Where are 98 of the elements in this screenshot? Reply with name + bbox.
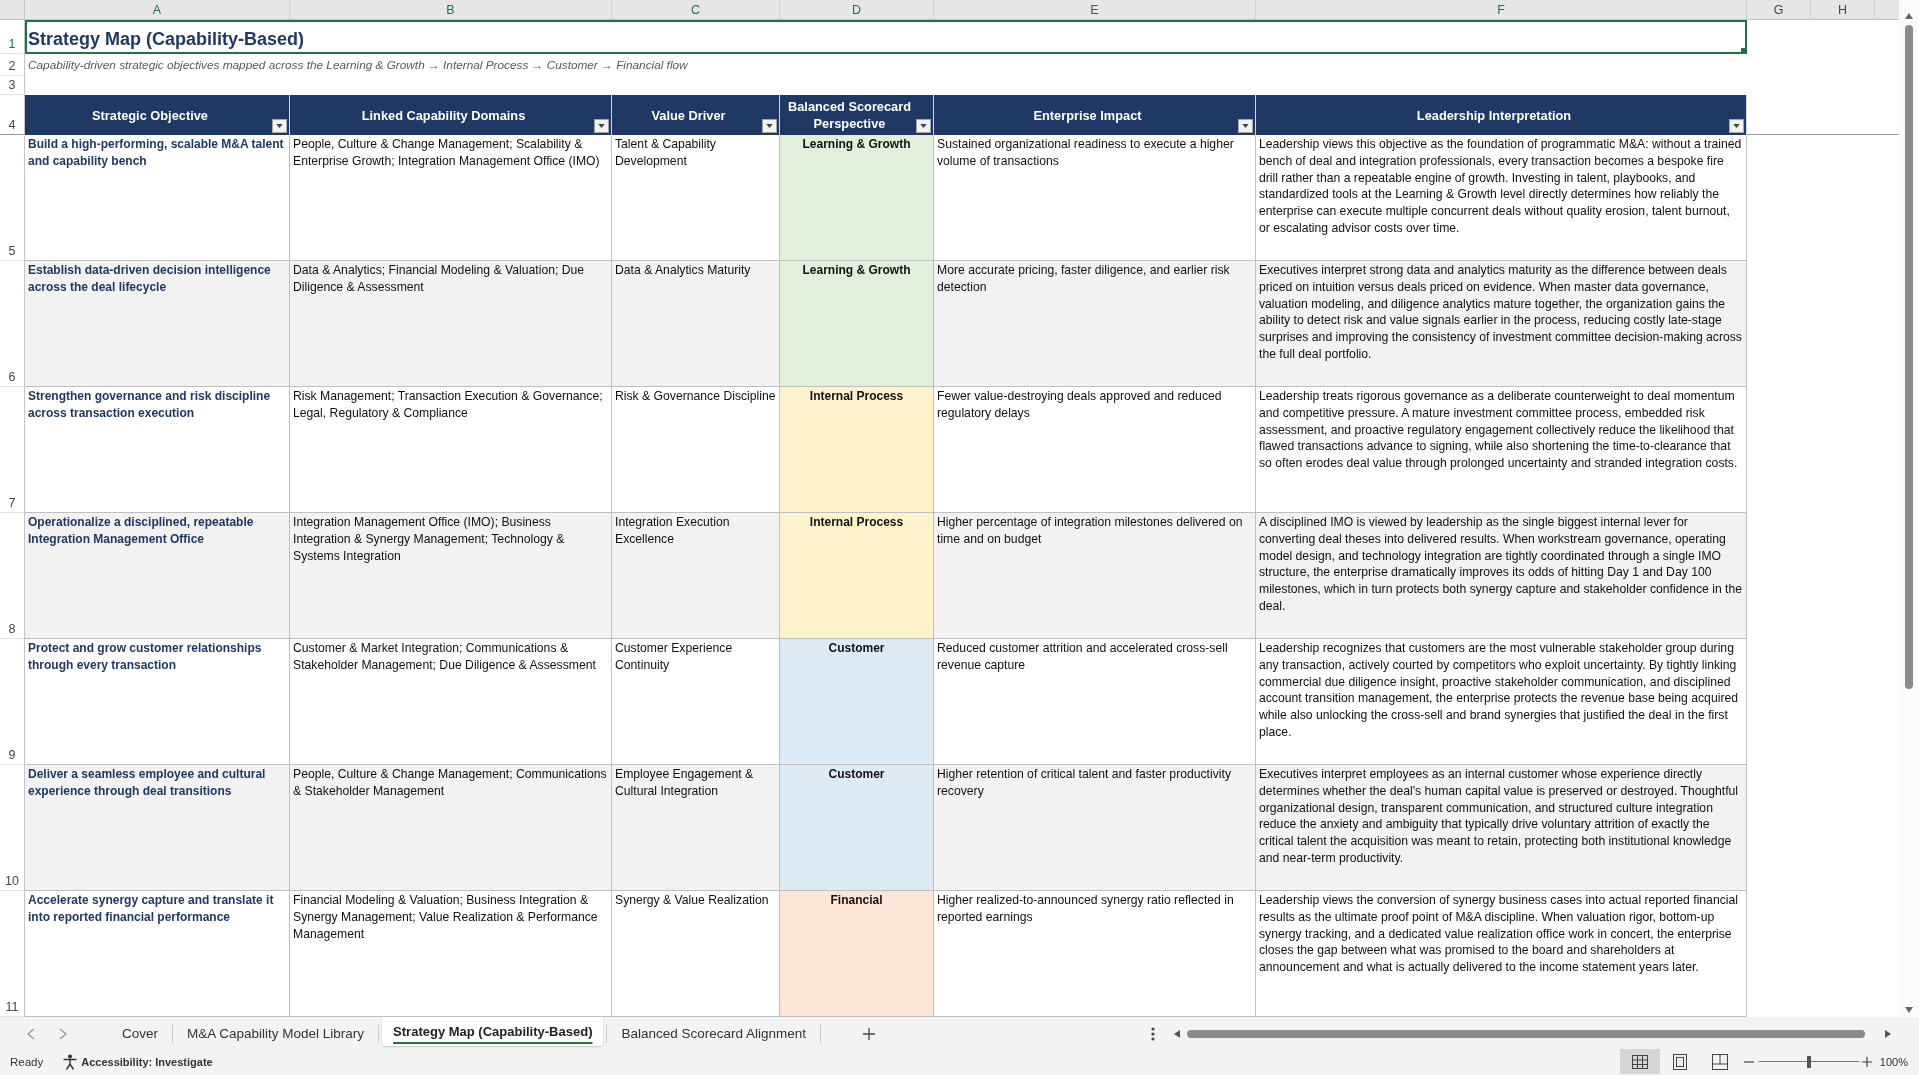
column-header[interactable]: A bbox=[25, 0, 290, 20]
filter-button[interactable] bbox=[762, 119, 777, 133]
column-header[interactable]: B bbox=[290, 0, 612, 20]
normal-view-button[interactable] bbox=[1619, 1049, 1660, 1074]
row-header[interactable]: 2 bbox=[0, 54, 25, 76]
table-cell: Higher realized-to-announced synergy ratio reflected in reported earnings bbox=[934, 891, 1256, 1017]
table-cell: Leadership views the conversion of synergy business cases into actual reported financial results as the ultimate proof point of M&A discipline. When valuation rigor, bottom-up synergy tracking, and a dedicated value realization office work in concert, the enterprise closes the gap between what was promised to the board and shareholders at announcement and what is actually delivered to the income statement years later. bbox=[1256, 891, 1747, 1017]
filter-button[interactable] bbox=[1729, 119, 1744, 133]
scrollbar-thumb[interactable] bbox=[1905, 25, 1913, 689]
table-cell: Executives interpret strong data and analytics maturity as the difference between deals priced on intuition versus deals priced on evidence. When master data governance, valuation modeling, and diligence analytics mature together, the organization gains the ability to detect risk and value signals earlier in the process, reducing costly late-stage surprises and improving the consistency of investment committee decision-making across the full deal portfolio. bbox=[1256, 261, 1747, 387]
column-title: Enterprise Impact bbox=[1033, 106, 1142, 124]
triangle-down-icon bbox=[276, 124, 283, 128]
sheet-tab[interactable]: Balanced Scorecard Alignment bbox=[610, 1019, 818, 1048]
triangle-down-icon[interactable] bbox=[1905, 1007, 1913, 1013]
perspective-cell: Learning & Growth bbox=[780, 261, 934, 387]
page-icon bbox=[1672, 1053, 1687, 1070]
row-header[interactable]: 1 bbox=[0, 20, 25, 54]
triangle-right-icon[interactable] bbox=[1885, 1029, 1891, 1038]
filter-button[interactable] bbox=[916, 119, 931, 133]
sheet-tab[interactable]: Cover bbox=[111, 1019, 169, 1048]
column-title: Leadership Interpretation bbox=[1416, 106, 1572, 124]
perspective-cell: Internal Process bbox=[780, 387, 934, 513]
table-cell: Talent & Capability Development bbox=[612, 135, 780, 261]
column-title: Linked Capability Domains bbox=[361, 106, 526, 124]
column-header[interactable]: H bbox=[1811, 0, 1875, 20]
table-cell: Data & Analytics Maturity bbox=[612, 261, 780, 387]
table-cell: Synergy & Value Realization bbox=[612, 891, 780, 1017]
perspective-cell: Learning & Growth bbox=[780, 135, 934, 261]
column-header[interactable]: G bbox=[1747, 0, 1811, 20]
column-title: Balanced Scorecard Perspective bbox=[786, 98, 913, 132]
table-cell: People, Culture & Change Management; Scalability & Enterprise Growth; Integration Management Office (IMO) bbox=[290, 135, 612, 261]
table-cell: Integration Management Office (IMO); Business Integration & Synergy Management; Technology & Systems Integration bbox=[290, 513, 612, 639]
minus-icon[interactable] bbox=[1743, 1060, 1754, 1063]
selected-cell[interactable]: Strategy Map (Capability-Based) bbox=[25, 20, 1747, 54]
table-cell: Accelerate synergy capture and translate it into reported financial performance bbox=[25, 891, 290, 1017]
table-cell: Reduced customer attrition and accelerated cross-sell revenue capture bbox=[934, 639, 1256, 765]
sheet-tab[interactable]: M&A Capability Model Library bbox=[176, 1019, 376, 1048]
plus-icon[interactable] bbox=[1861, 1056, 1872, 1067]
perspective-cell: Financial bbox=[780, 891, 934, 1017]
square-handle-icon[interactable] bbox=[1741, 48, 1747, 54]
table-cell: A disciplined IMO is viewed by leadership as the single biggest internal lever for converting deal theses into delivered results. When workstream governance, operating model design, and technology integration are tightly coordinated through a single IMO structure, the enterprise dramatically improves its odds of hitting Day 1 and Day 100 milestones, which in turn protects both synergy capture and stakeholder confidence in the deal. bbox=[1256, 513, 1747, 639]
triangle-down-icon bbox=[1242, 124, 1249, 128]
triangle-down-icon bbox=[766, 124, 773, 128]
filter-button[interactable] bbox=[1238, 119, 1253, 133]
triangle-down-icon bbox=[598, 124, 605, 128]
table-cell: More accurate pricing, faster diligence, and earlier risk detection bbox=[934, 261, 1256, 387]
column-title: Value Driver bbox=[651, 106, 726, 124]
table-cell: Integration Execution Excellence bbox=[612, 513, 780, 639]
triangle-up-icon[interactable] bbox=[1905, 13, 1913, 19]
zoom-slider-thumb[interactable] bbox=[1806, 1055, 1811, 1068]
table-cell: Executives interpret employees as an internal customer whose experience directly determines whether the deal's human capital value is preserved or destroyed. Thoughtful organizational design, transparent communication, and structured culture integration reduce the anxiety and ambiguity that typically drive voluntary attrition of exactly the critical talent the acquisition was meant to retain, protecting both institutional knowledge and near-term productivity. bbox=[1256, 765, 1747, 891]
table-cell: Customer & Market Integration; Communications & Stakeholder Management; Due Diligence & Assessment bbox=[290, 639, 612, 765]
perspective-cell: Customer bbox=[780, 639, 934, 765]
table-cell: Leadership views this objective as the foundation of programmatic M&A: without a trained bench of deal and integration professionals, every transaction becomes a bespoke fire drill rather than a repeatable engine of growth. Investing in talent, playbooks, and standardized tools at the Learning & Growth level directly determines how reliably the enterprise can execute multiple concurrent deals without quality erosion, talent burnout, or escalating advisor costs over time. bbox=[1256, 135, 1747, 261]
row-header[interactable]: 3 bbox=[0, 76, 25, 95]
triangle-down-icon bbox=[1733, 124, 1740, 128]
filter-button[interactable] bbox=[272, 119, 287, 133]
table-cell: Financial Modeling & Valuation; Business Integration & Synergy Management; Value Realization & Performance Management bbox=[290, 891, 612, 1017]
scrollbar-thumb[interactable] bbox=[1187, 1029, 1865, 1038]
table-cell: Employee Engagement & Cultural Integration bbox=[612, 765, 780, 891]
table-cell: Fewer value-destroying deals approved and reduced regulatory delays bbox=[934, 387, 1256, 513]
column-header[interactable]: C bbox=[612, 0, 780, 20]
table-cell: Data & Analytics; Financial Modeling & Valuation; Due Diligence & Assessment bbox=[290, 261, 612, 387]
table-cell: Operationalize a disciplined, repeatable Integration Management Office bbox=[25, 513, 290, 639]
table-cell: Build a high-performing, scalable M&A talent and capability bench bbox=[25, 135, 290, 261]
table-cell: Leadership treats rigorous governance as a deliberate counterweight to deal momentum and competitive pressure. A mature investment committee process, embedded risk assessment, and proactive regulatory engagement collectively reduce the likelihood that flawed transactions advance to signing, while also shortening the time-to-clearance that so often erodes deal value through prolonged uncertainty and stranded integration costs. bbox=[1256, 387, 1747, 513]
triangle-down-icon bbox=[920, 124, 927, 128]
grid-icon bbox=[1631, 1054, 1648, 1069]
perspective-cell: Internal Process bbox=[780, 513, 934, 639]
table-cell: Leadership recognizes that customers are the most vulnerable stakeholder group during any transaction, actively courted by competitors who exploit uncertainty. By tightly linking commercial due diligence insight, proactive stakeholder communication, and disciplined account transition management, the enterprise protects the revenue base being acquired while also unlocking the cross-sell and brand synergies that justified the deal in the first place. bbox=[1256, 639, 1747, 765]
table-cell: Risk & Governance Discipline bbox=[612, 387, 780, 513]
sheet-subtitle: Capability-driven strategic objectives mapped across the Learning & Growth → Internal Process → Customer → Financial flow bbox=[27, 58, 688, 72]
table-cell: Establish data-driven decision intelligence across the deal lifecycle bbox=[25, 261, 290, 387]
table-cell: Sustained organizational readiness to execute a higher volume of transactions bbox=[934, 135, 1256, 261]
status-text: Ready bbox=[10, 1055, 44, 1068]
zoom-level[interactable]: 100% bbox=[1879, 1055, 1908, 1068]
perspective-cell: Customer bbox=[780, 765, 934, 891]
table-cell: People, Culture & Change Management; Communications & Stakeholder Management bbox=[290, 765, 612, 891]
accessibility-icon bbox=[62, 1053, 79, 1070]
column-header[interactable]: E bbox=[934, 0, 1256, 20]
split-page-icon bbox=[1711, 1053, 1728, 1070]
table-cell: Strengthen governance and risk discipline across transaction execution bbox=[25, 387, 290, 513]
filter-button[interactable] bbox=[594, 119, 609, 133]
more-vertical-icon[interactable] bbox=[1151, 1026, 1155, 1041]
sheet-tab[interactable]: Strategy Map (Capability-Based) bbox=[382, 1017, 604, 1046]
table-cell: Higher retention of critical talent and faster productivity recovery bbox=[934, 765, 1256, 891]
table-cell: Customer Experience Continuity bbox=[612, 639, 780, 765]
column-title: Strategic Objective bbox=[92, 106, 208, 124]
accessibility-button[interactable]: Accessibility: Investigate bbox=[62, 1053, 213, 1070]
column-header[interactable]: D bbox=[780, 0, 934, 20]
table-cell: Risk Management; Transaction Execution & Governance; Legal, Regulatory & Compliance bbox=[290, 387, 612, 513]
plus-icon[interactable] bbox=[863, 1027, 876, 1040]
table-cell: Deliver a seamless employee and cultural experience through deal transitions bbox=[25, 765, 290, 891]
sheet-title: Strategy Map (Capability-Based) bbox=[28, 28, 305, 50]
table-cell: Protect and grow customer relationships through every transaction bbox=[25, 639, 290, 765]
triangle-left-icon[interactable] bbox=[1174, 1029, 1180, 1038]
table-cell: Higher percentage of integration milestones delivered on time and on budget bbox=[934, 513, 1256, 639]
column-header[interactable]: F bbox=[1256, 0, 1747, 20]
